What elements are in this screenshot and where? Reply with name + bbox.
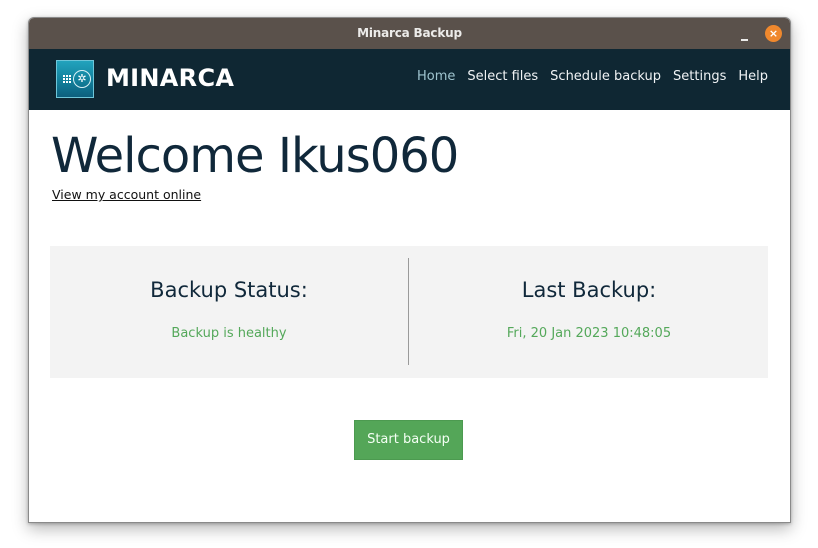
last-backup-value: Fri, 20 Jan 2023 10:48:05 [506, 326, 672, 341]
app-window: Minarca Backup × ✲ MINARCA Home Select f… [28, 17, 791, 523]
last-backup-section: Last Backup: Fri, 20 Jan 2023 10:48:05 [410, 246, 768, 378]
nav-home[interactable]: Home [411, 67, 461, 88]
view-account-online-link[interactable]: View my account online [52, 187, 201, 202]
backup-status-section: Backup Status: Backup is healthy [50, 246, 408, 378]
nav-help[interactable]: Help [732, 67, 774, 88]
backup-status-label: Backup Status: [150, 278, 308, 302]
nav-schedule-backup[interactable]: Schedule backup [544, 67, 667, 88]
brand-name: MINARCA [106, 64, 235, 92]
start-backup-button[interactable]: Start backup [354, 420, 463, 460]
status-panel: Backup Status: Backup is healthy Last Ba… [50, 246, 768, 378]
home-content: Welcome Ikus060 View my account online B… [29, 110, 790, 522]
nav-select-files[interactable]: Select files [461, 67, 544, 88]
minimize-icon [741, 39, 748, 41]
close-icon: × [768, 27, 779, 40]
window-title: Minarca Backup [357, 26, 462, 40]
navbar: ✲ MINARCA Home Select files Schedule bac… [29, 49, 790, 110]
nav-settings[interactable]: Settings [667, 67, 732, 88]
gear-icon: ✲ [73, 70, 91, 88]
minarca-logo-icon: ✲ [56, 60, 94, 98]
close-button[interactable]: × [765, 25, 782, 42]
status-divider [408, 258, 409, 365]
grid-icon [63, 75, 71, 83]
last-backup-label: Last Backup: [521, 278, 657, 302]
welcome-heading: Welcome Ikus060 [51, 128, 459, 184]
main-nav: Home Select files Schedule backup Settin… [411, 67, 774, 88]
backup-status-value: Backup is healthy [171, 326, 287, 341]
minimize-button[interactable] [737, 31, 753, 41]
title-bar[interactable]: Minarca Backup × [29, 18, 790, 49]
